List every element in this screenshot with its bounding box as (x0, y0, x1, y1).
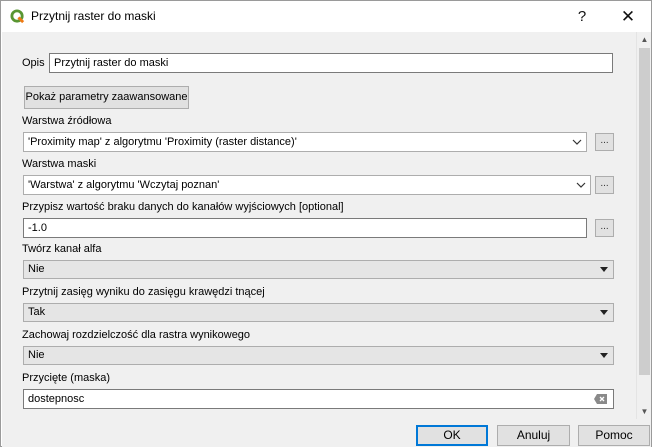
dropdown-arrow-icon (600, 353, 608, 358)
crop-label: Przytnij zasięg wyniku do zasięgu krawęd… (22, 286, 265, 298)
button-bar: OK Anuluj Pomoc (2, 419, 651, 447)
scroll-up-icon[interactable]: ▲ (637, 32, 652, 47)
crop-value: Tak (28, 306, 46, 318)
resolution-combo[interactable]: Nie (23, 346, 614, 365)
output-input[interactable]: dostepnosc (23, 389, 614, 409)
opis-input[interactable]: Przytnij raster do maski (49, 53, 613, 73)
scroll-down-icon[interactable]: ▼ (637, 404, 652, 419)
scrollbar-thumb[interactable] (639, 48, 650, 375)
opis-input-value: Przytnij raster do maski (54, 57, 169, 69)
window-title: Przytnij raster do maski (31, 9, 156, 23)
mask-layer-value: 'Warstwa' z algorytmu 'Wczytaj poznan' (28, 179, 220, 191)
title-close-button[interactable]: ✕ (605, 1, 651, 32)
alpha-value: Nie (28, 263, 45, 275)
nodata-browse-button[interactable]: ... (595, 219, 614, 237)
mask-layer-combo[interactable]: 'Warstwa' z algorytmu 'Wczytaj poznan' (23, 175, 591, 195)
resolution-label: Zachowaj rozdzielczość dla rastra wyniko… (22, 329, 251, 341)
resolution-value: Nie (28, 349, 45, 361)
dropdown-arrow-icon (600, 310, 608, 315)
show-advanced-button[interactable]: Pokaż parametry zaawansowane (24, 86, 189, 109)
qgis-logo-icon (10, 9, 25, 24)
ok-button[interactable]: OK (416, 425, 488, 446)
clear-icon[interactable] (594, 394, 607, 404)
vertical-scrollbar[interactable]: ▲ ▼ (636, 32, 651, 419)
source-layer-value: 'Proximity map' z algorytmu 'Proximity (… (28, 136, 297, 148)
dropdown-arrow-icon (600, 267, 608, 272)
alpha-label: Twórz kanał alfa (22, 243, 102, 255)
mask-layer-browse-button[interactable]: ... (595, 176, 614, 194)
parameters-panel: Opis Przytnij raster do maski Pokaż para… (2, 32, 636, 419)
opis-label: Opis (22, 57, 45, 69)
dialog-window: Przytnij raster do maski ? ✕ Opis Przytn… (0, 0, 652, 447)
nodata-input[interactable]: -1.0 (23, 218, 587, 238)
mask-layer-label: Warstwa maski (22, 158, 97, 170)
source-layer-browse-button[interactable]: ... (595, 133, 614, 151)
nodata-label: Przypisz wartość braku danych do kanałów… (22, 201, 344, 213)
output-label: Przycięte (maska) (22, 372, 111, 384)
title-bar: Przytnij raster do maski ? ✕ (1, 1, 651, 32)
chevron-down-icon (576, 182, 586, 188)
source-layer-label: Warstwa źródłowa (22, 115, 112, 127)
source-layer-combo[interactable]: 'Proximity map' z algorytmu 'Proximity (… (23, 132, 587, 152)
cancel-button[interactable]: Anuluj (497, 425, 570, 446)
title-help-button[interactable]: ? (559, 1, 605, 32)
nodata-input-value: -1.0 (28, 222, 47, 234)
output-input-value: dostepnosc (28, 393, 85, 405)
alpha-combo[interactable]: Nie (23, 260, 614, 279)
help-button[interactable]: Pomoc (578, 425, 650, 446)
crop-combo[interactable]: Tak (23, 303, 614, 322)
chevron-down-icon (572, 139, 582, 145)
